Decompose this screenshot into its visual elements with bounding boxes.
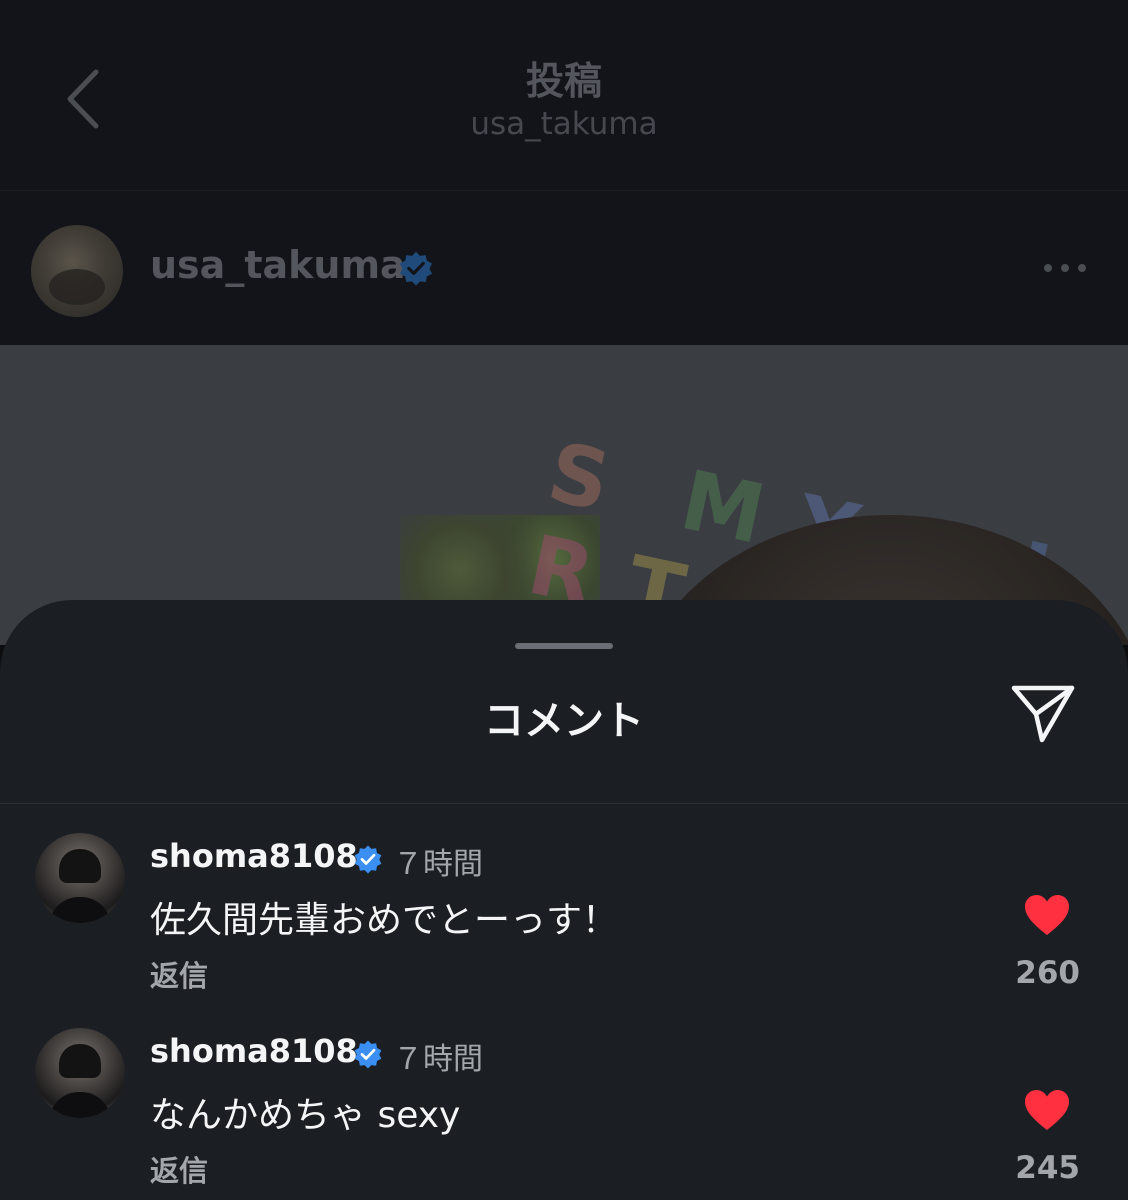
comment-username[interactable]: shoma8108 [150, 1032, 358, 1070]
verified-badge-icon [354, 1040, 382, 1069]
page-title: 投稿 [525, 59, 602, 103]
post-author-avatar[interactable] [31, 225, 123, 317]
comment-username[interactable]: shoma8108 [150, 837, 358, 875]
ellipsis-icon [1044, 264, 1086, 272]
commenter-avatar[interactable] [35, 833, 125, 923]
top-navigation-bar: 投稿 usa_takuma [0, 0, 1128, 191]
verified-badge-icon [354, 845, 382, 874]
reply-button[interactable]: 返信 [150, 1148, 208, 1190]
comment-timestamp: ７時間 [393, 1042, 483, 1077]
verified-badge-icon [399, 251, 433, 286]
sheet-title: コメント [484, 698, 644, 744]
like-count: 260 [1015, 955, 1080, 991]
heart-icon[interactable] [1023, 1088, 1071, 1132]
reply-button[interactable]: 返信 [150, 953, 208, 995]
comment-item: shoma8108 ７時間 佐久間先輩おめでとーっす！ 返信 260 [0, 803, 1128, 993]
heart-icon[interactable] [1023, 893, 1071, 937]
commenter-avatar[interactable] [35, 1028, 125, 1118]
more-options-button[interactable] [1040, 253, 1090, 283]
comment-timestamp: ７時間 [393, 847, 483, 882]
post-header: usa_takuma [0, 191, 1128, 345]
like-count: 245 [1015, 1150, 1080, 1186]
sheet-drag-handle[interactable] [515, 643, 613, 649]
page-subtitle: usa_takuma [470, 106, 658, 142]
share-button[interactable] [1008, 682, 1078, 746]
comments-sheet: コメント shoma8108 ７時間 佐久間先輩おめでとーっす！ 返信 260 … [0, 600, 1128, 1200]
comment-text: 佐久間先輩おめでとーっす！ [150, 900, 619, 941]
paper-plane-icon [1011, 685, 1075, 743]
banner-letter: S [540, 425, 622, 532]
comment-item: shoma8108 ７時間 なんかめちゃ sexy 返信 245 [0, 998, 1128, 1188]
comment-text: なんかめちゃ sexy [150, 1095, 461, 1136]
post-author-username[interactable]: usa_takuma [150, 243, 406, 287]
